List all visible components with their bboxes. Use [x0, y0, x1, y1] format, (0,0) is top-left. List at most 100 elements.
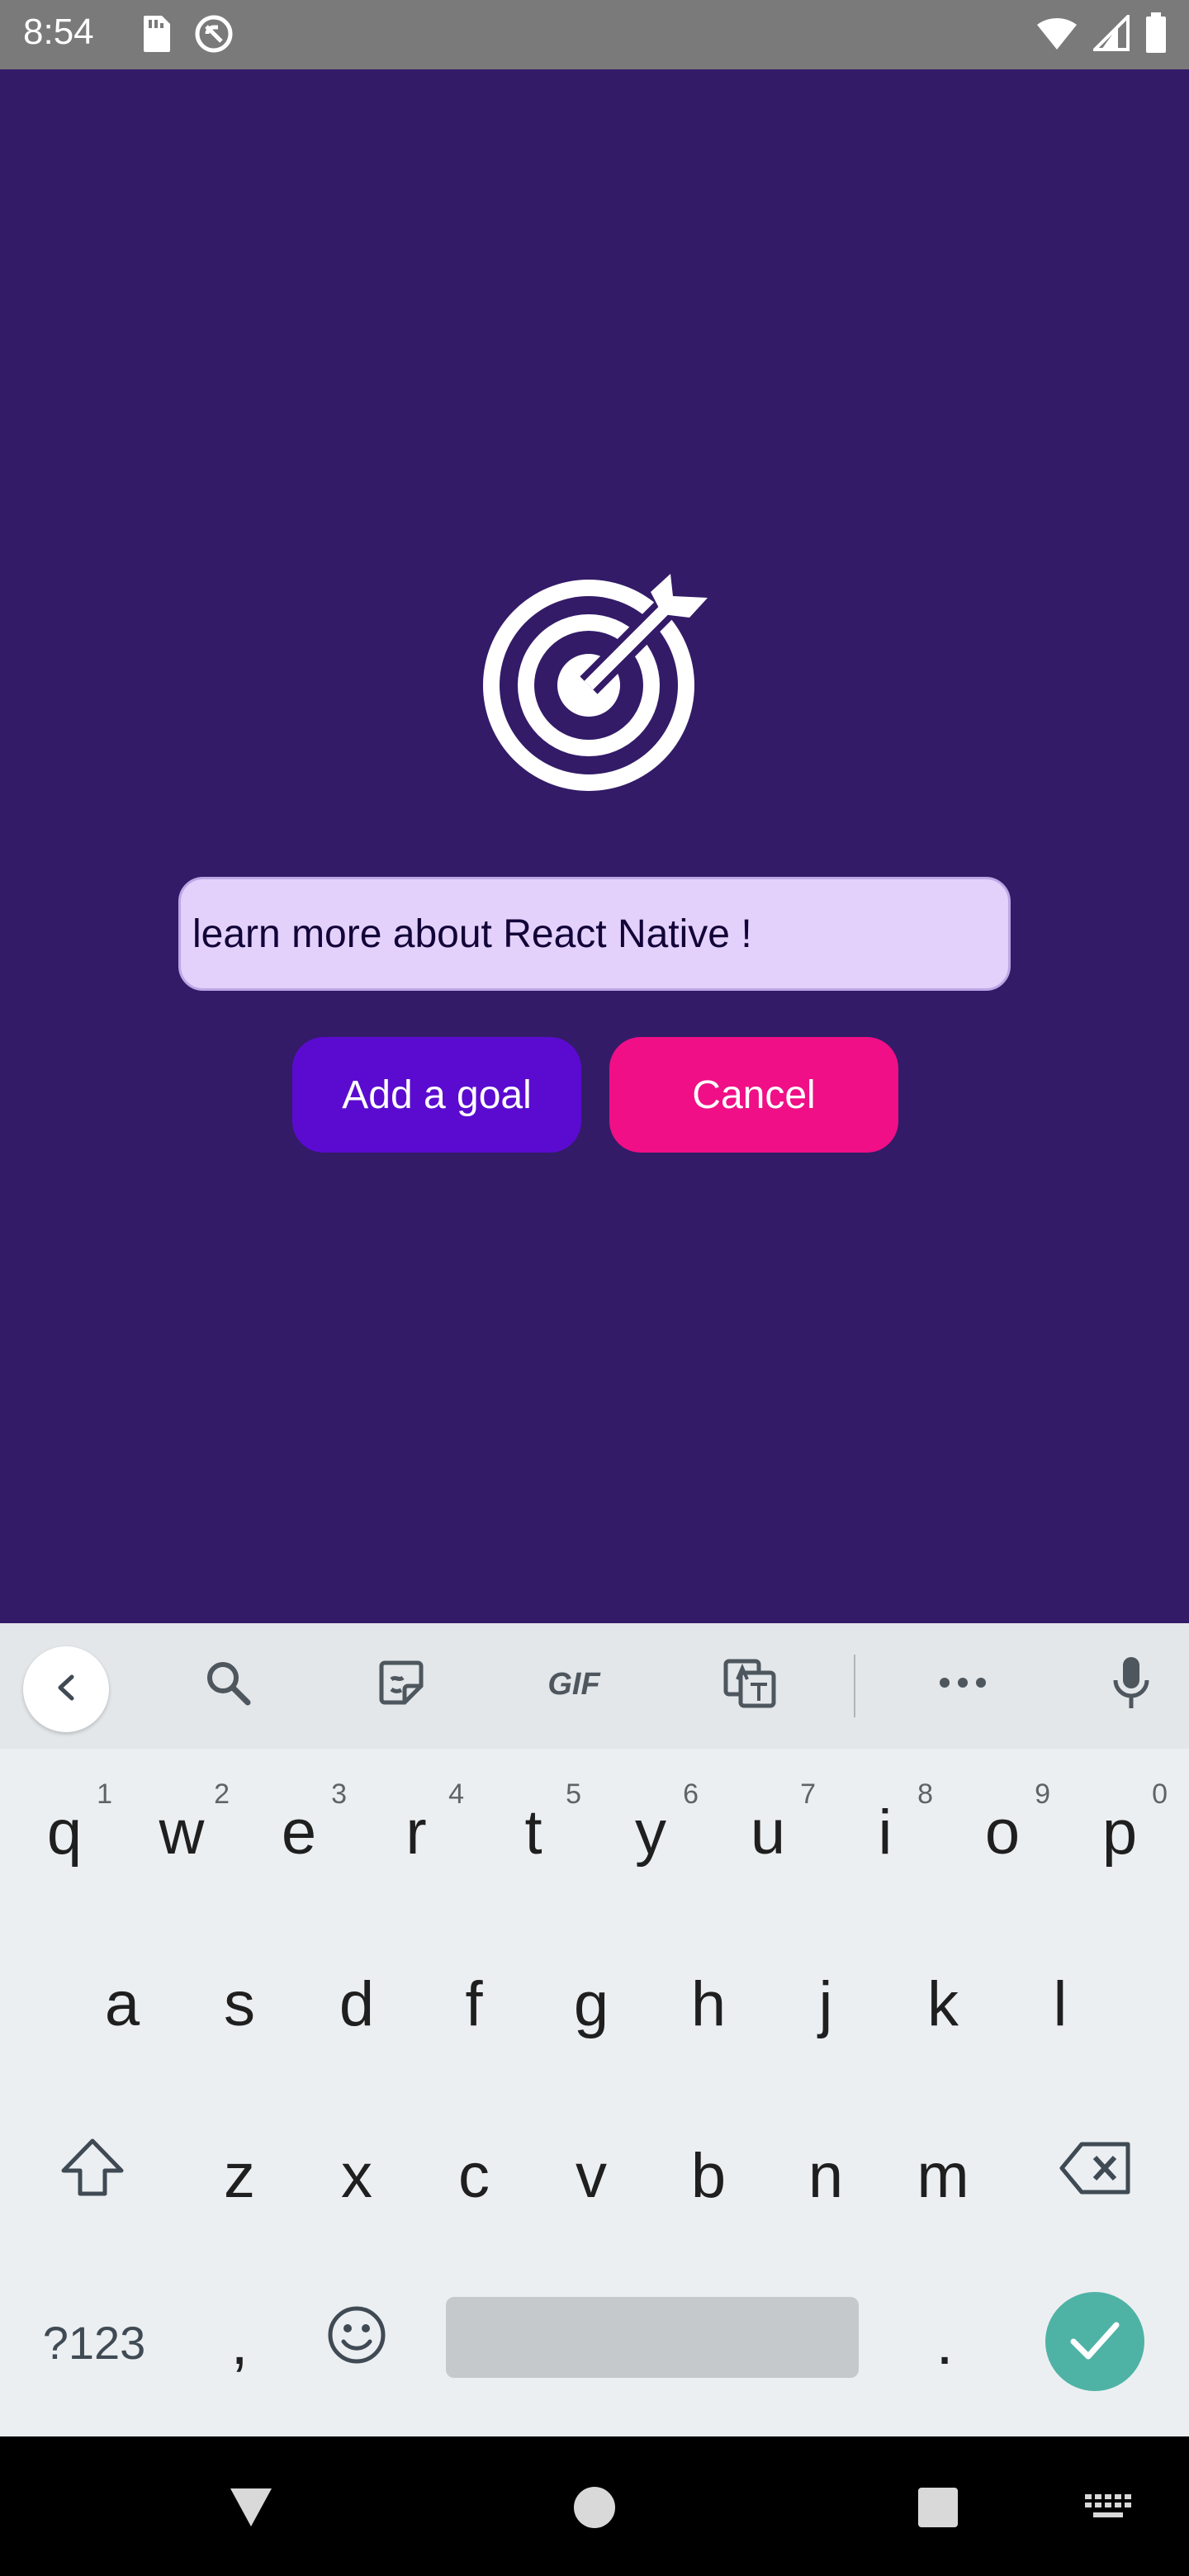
backspace-key[interactable] — [1044, 2114, 1149, 2237]
add-goal-button[interactable]: Add a goal — [292, 1037, 581, 1153]
sd-card-icon — [139, 14, 172, 57]
backspace-icon — [1059, 2139, 1135, 2212]
key-label: t — [524, 1797, 542, 1868]
key-v[interactable]: v — [538, 2114, 644, 2237]
nav-back-button[interactable] — [225, 2483, 277, 2536]
key-n[interactable]: n — [773, 2114, 879, 2237]
key-h[interactable]: h — [656, 1942, 761, 2066]
key-s[interactable]: s — [187, 1942, 292, 2066]
key-d[interactable]: d — [304, 1942, 410, 2066]
signal-icon — [1091, 12, 1130, 54]
back-icon — [49, 1670, 83, 1708]
keyboard-sticker-button[interactable] — [370, 1653, 433, 1716]
check-icon — [1068, 2318, 1121, 2365]
nav-recents-button[interactable] — [912, 2483, 964, 2536]
key-label: p — [1101, 1797, 1138, 1868]
key-b[interactable]: b — [656, 2114, 761, 2237]
key-r[interactable]: r4 — [363, 1770, 469, 1894]
space-bar[interactable] — [446, 2297, 859, 2378]
key-hint: 3 — [331, 1778, 347, 1810]
key-label: c — [458, 2140, 490, 2211]
key-label: u — [750, 1797, 786, 1868]
key-c[interactable]: c — [421, 2114, 527, 2237]
shift-key[interactable] — [40, 2114, 145, 2237]
key-hint: 9 — [1035, 1778, 1050, 1810]
keyboard-mic-button[interactable] — [1100, 1653, 1163, 1716]
key-label: n — [808, 2140, 844, 2211]
keyboard-gif-button[interactable]: GIF — [528, 1653, 619, 1716]
keyboard-more-button[interactable] — [931, 1653, 994, 1716]
enter-key[interactable] — [1045, 2292, 1144, 2391]
key-i[interactable]: i8 — [832, 1770, 938, 1894]
key-q[interactable]: q1 — [12, 1770, 117, 1894]
key-label: f — [465, 1968, 483, 2039]
keyboard-toolbar: GIF — [0, 1623, 1189, 1749]
comma-key[interactable]: , — [187, 2280, 292, 2404]
key-label: r — [405, 1797, 427, 1868]
key-t[interactable]: t5 — [481, 1770, 586, 1894]
keyboard-translate-button[interactable] — [718, 1653, 781, 1716]
key-f[interactable]: f — [421, 1942, 527, 2066]
key-label: q — [46, 1797, 83, 1868]
key-k[interactable]: k — [890, 1942, 996, 2066]
key-label: z — [224, 2140, 255, 2211]
key-m[interactable]: m — [890, 2114, 996, 2237]
key-hint: 0 — [1152, 1778, 1168, 1810]
cancel-button[interactable]: Cancel — [609, 1037, 898, 1153]
do-not-disturb-icon — [193, 13, 234, 58]
search-icon — [201, 1656, 254, 1712]
toolbar-divider — [854, 1655, 855, 1717]
key-hint: 2 — [214, 1778, 230, 1810]
key-hint: 7 — [800, 1778, 816, 1810]
key-label: a — [104, 1968, 140, 2039]
key-hint: 8 — [917, 1778, 933, 1810]
target-arrow-icon — [471, 561, 718, 809]
symbols-key[interactable]: ?123 — [30, 2280, 159, 2404]
goal-input[interactable] — [178, 877, 1011, 991]
keyboard-search-button[interactable] — [197, 1653, 259, 1716]
key-l[interactable]: l — [1007, 1942, 1113, 2066]
keyboard-back-button[interactable] — [23, 1646, 109, 1732]
keyboard-switch-button[interactable] — [1082, 2483, 1135, 2536]
key-y[interactable]: y6 — [598, 1770, 703, 1894]
key-g[interactable]: g — [538, 1942, 644, 2066]
status-time: 8:54 — [23, 12, 94, 52]
mic-icon — [1109, 1654, 1153, 1715]
key-p[interactable]: p0 — [1067, 1770, 1172, 1894]
gif-icon: GIF — [547, 1666, 600, 1702]
period-key[interactable]: . — [892, 2280, 997, 2404]
key-hint: 4 — [448, 1778, 464, 1810]
key-a[interactable]: a — [69, 1942, 175, 2066]
translate-icon — [721, 1656, 779, 1712]
key-label: s — [224, 1968, 255, 2039]
key-label: o — [984, 1797, 1021, 1868]
key-w[interactable]: w2 — [129, 1770, 234, 1894]
emoji-icon — [325, 2304, 388, 2381]
key-hint: 5 — [566, 1778, 581, 1810]
key-u[interactable]: u7 — [715, 1770, 821, 1894]
keyboard-switch-icon — [1083, 2491, 1133, 2527]
soft-keyboard: GIF q1 w2 e3 r4 t5 y6 u7 i8 o9 p0 a s d … — [0, 1623, 1189, 2436]
back-triangle-icon — [227, 2485, 275, 2533]
nav-home-button[interactable] — [568, 2483, 621, 2536]
key-label: h — [690, 1968, 727, 2039]
key-label: b — [690, 2140, 727, 2211]
key-label: m — [917, 2140, 969, 2211]
navigation-bar — [0, 2436, 1189, 2576]
key-label: i — [878, 1797, 893, 1868]
key-j[interactable]: j — [773, 1942, 879, 2066]
emoji-key[interactable] — [304, 2280, 410, 2404]
key-e[interactable]: e3 — [246, 1770, 352, 1894]
shift-icon — [59, 2136, 126, 2215]
key-x[interactable]: x — [304, 2114, 410, 2237]
battery-icon — [1144, 12, 1168, 57]
key-label: g — [573, 1968, 609, 2039]
recents-square-icon — [916, 2485, 960, 2533]
key-label: v — [576, 2140, 607, 2211]
key-label: l — [1053, 1968, 1068, 2039]
key-z[interactable]: z — [187, 2114, 292, 2237]
key-label: k — [927, 1968, 959, 2039]
goal-input-screen: Add a goal Cancel — [0, 69, 1189, 1623]
key-o[interactable]: o9 — [950, 1770, 1055, 1894]
home-circle-icon — [571, 2484, 618, 2534]
